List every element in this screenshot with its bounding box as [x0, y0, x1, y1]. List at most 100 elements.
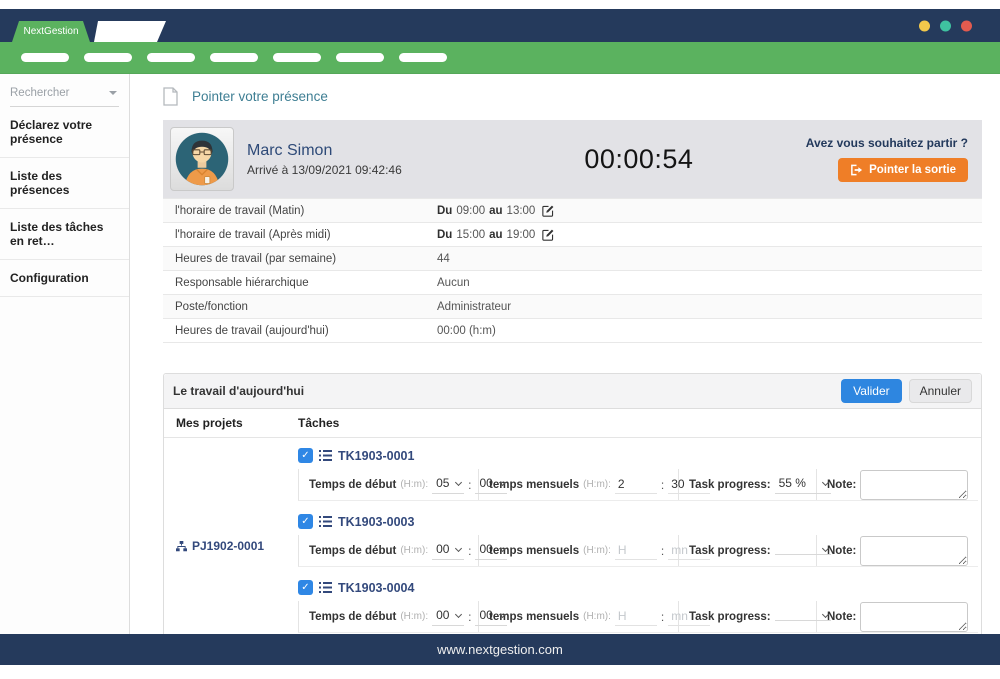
avatar[interactable]: [170, 127, 234, 191]
note-label: Note:: [827, 545, 856, 557]
table-row: Heures de travail (par semaine) 44: [163, 247, 982, 271]
user-name: Marc Simon: [247, 142, 472, 160]
value-part: 19:00: [507, 229, 536, 241]
value-part: au: [489, 205, 502, 217]
task-fields-row: Temps de début (H:m): 00 : 00: [298, 601, 978, 633]
monthly-time-group: temps mensuels (H:m): :: [479, 469, 679, 500]
note-group: Note:: [817, 535, 978, 566]
start-time-group: Temps de début (H:m): 00 : 00: [299, 535, 479, 566]
nav-pill-5[interactable]: [273, 53, 321, 62]
table-row: l'horaire de travail (Après midi) Du 15:…: [163, 223, 982, 247]
row-label: Poste/fonction: [163, 301, 437, 313]
row-label: Responsable hiérarchique: [163, 277, 437, 289]
chevron-down-icon: [455, 610, 462, 617]
main-navbar: [0, 42, 1000, 74]
row-value: 00:00 (h:m): [437, 325, 496, 337]
chevron-down-icon: [109, 91, 117, 95]
task-row: ✓ TK1903-0001 Temps de début: [298, 446, 978, 501]
project-item[interactable]: PJ1902-0001: [164, 438, 298, 634]
chevron-down-icon: [455, 544, 462, 551]
cancel-button[interactable]: Annuler: [909, 379, 972, 403]
time-separator: :: [661, 478, 664, 492]
window-control-teal-icon[interactable]: [940, 20, 951, 31]
window-controls: [919, 20, 972, 31]
value-part: Du: [437, 229, 452, 241]
inactive-tab[interactable]: [94, 21, 166, 42]
value-part: 13:00: [507, 205, 536, 217]
row-label: l'horaire de travail (Matin): [163, 205, 437, 217]
task-checkbox[interactable]: ✓: [298, 514, 313, 529]
sidebar-item-configuration[interactable]: Configuration: [0, 260, 129, 297]
footer-url[interactable]: www.nextgestion.com: [437, 642, 563, 657]
todays-work-title: Le travail d'aujourd'hui: [173, 384, 841, 398]
start-hour-select[interactable]: 00: [432, 541, 464, 560]
task-progress-label: Task progress:: [689, 545, 771, 557]
monthly-hours-input[interactable]: [615, 475, 657, 494]
task-fields-row: Temps de début (H:m): 05 : 00: [298, 469, 978, 501]
note-group: Note:: [817, 601, 978, 632]
main-content: Pointer votre présence: [130, 74, 1000, 634]
projects-column-header: Mes projets: [164, 409, 298, 437]
sidebar-item-liste-des-presences[interactable]: Liste des présences: [0, 158, 129, 209]
nav-pill-6[interactable]: [336, 53, 384, 62]
monthly-time-unit: (H:m):: [583, 479, 611, 490]
window-titlebar: NextGestion: [0, 9, 1000, 42]
nav-pill-3[interactable]: [147, 53, 195, 62]
edit-icon[interactable]: [542, 229, 554, 241]
row-value: 44: [437, 253, 450, 265]
search-select[interactable]: Rechercher: [10, 87, 119, 107]
sign-out-icon: [850, 164, 863, 176]
table-row: Poste/fonction Administrateur: [163, 295, 982, 319]
sidebar-item-declarez-votre-presence[interactable]: Déclarez votre présence: [0, 107, 129, 158]
sidebar-item-liste-des-taches[interactable]: Liste des tâches en ret…: [0, 209, 129, 260]
row-label: l'horaire de travail (Après midi): [163, 229, 437, 241]
table-row: Responsable hiérarchique Aucun: [163, 271, 982, 295]
window-control-red-icon[interactable]: [961, 20, 972, 31]
time-separator: :: [468, 478, 471, 492]
note-label: Note:: [827, 611, 856, 623]
note-textarea[interactable]: [860, 470, 968, 500]
sitemap-icon: [176, 541, 187, 552]
task-id-link[interactable]: TK1903-0003: [338, 515, 414, 529]
task-id-link[interactable]: TK1903-0001: [338, 449, 414, 463]
task-checkbox[interactable]: ✓: [298, 448, 313, 463]
window-control-yellow-icon[interactable]: [919, 20, 930, 31]
time-separator: :: [661, 610, 664, 624]
task-row: ✓ TK1903-0004 Temps de début: [298, 578, 978, 633]
task-id-link[interactable]: TK1903-0004: [338, 581, 414, 595]
note-label: Note:: [827, 479, 856, 491]
table-row: Heures de travail (aujourd'hui) 00:00 (h…: [163, 319, 982, 343]
avatar-illustration-icon: [174, 131, 230, 187]
edit-icon[interactable]: [542, 205, 554, 217]
task-title-row: ✓ TK1903-0003: [298, 512, 978, 531]
task-checkbox[interactable]: ✓: [298, 580, 313, 595]
start-time-label: Temps de début: [309, 545, 396, 557]
value-part: 15:00: [456, 229, 485, 241]
monthly-time-group: temps mensuels (H:m): :: [479, 535, 679, 566]
note-textarea[interactable]: [860, 536, 968, 566]
nav-pill-2[interactable]: [84, 53, 132, 62]
start-time-group: Temps de début (H:m): 00 : 00: [299, 601, 479, 632]
time-separator: :: [661, 544, 664, 558]
column-headers: Mes projets Tâches: [164, 409, 981, 438]
tasks-column-header: Tâches: [298, 409, 339, 437]
start-hour-select[interactable]: 05: [432, 475, 464, 494]
clock-out-button[interactable]: Pointer la sortie: [838, 158, 968, 182]
row-value: Administrateur: [437, 301, 511, 313]
monthly-hours-input[interactable]: [615, 607, 657, 626]
sidebar: Rechercher Déclarez votre présence Liste…: [0, 74, 130, 634]
page-title: Pointer votre présence: [192, 89, 328, 104]
value-part: au: [489, 229, 502, 241]
nav-pill-7[interactable]: [399, 53, 447, 62]
start-time-group: Temps de début (H:m): 05 : 00: [299, 469, 479, 500]
validate-button[interactable]: Valider: [841, 379, 901, 403]
start-hour-select[interactable]: 00: [432, 607, 464, 626]
nav-pill-1[interactable]: [21, 53, 69, 62]
nav-pill-4[interactable]: [210, 53, 258, 62]
monthly-hours-input[interactable]: [615, 541, 657, 560]
brand-tab[interactable]: NextGestion: [12, 21, 90, 42]
arrival-time: Arrivé à 13/09/2021 09:42:46: [247, 163, 472, 177]
start-time-unit: (H:m):: [400, 545, 428, 556]
note-textarea[interactable]: [860, 602, 968, 632]
start-hour-value: 05: [436, 476, 449, 490]
